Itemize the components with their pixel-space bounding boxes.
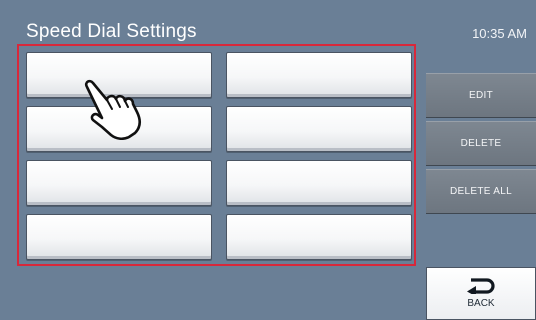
side-menu: EDIT DELETE DELETE ALL [426, 73, 536, 214]
speed-dial-slot-6[interactable] [226, 160, 412, 206]
speed-dial-slot-8[interactable] [226, 214, 412, 260]
hand-pointer-icon [84, 79, 142, 140]
speed-dial-slot-2[interactable] [226, 52, 412, 98]
page-title: Speed Dial Settings [26, 21, 197, 42]
delete-button[interactable]: DELETE [426, 121, 536, 166]
back-button[interactable]: BACK [426, 267, 536, 320]
clock: 10:35 AM [472, 26, 527, 41]
speed-dial-slot-7[interactable] [26, 214, 212, 260]
back-label: BACK [467, 298, 495, 309]
speed-dial-slot-4[interactable] [226, 106, 412, 152]
return-arrow-icon [467, 278, 495, 294]
speed-dial-slot-5[interactable] [26, 160, 212, 206]
edit-button[interactable]: EDIT [426, 73, 536, 118]
delete-all-button[interactable]: DELETE ALL [426, 169, 536, 214]
